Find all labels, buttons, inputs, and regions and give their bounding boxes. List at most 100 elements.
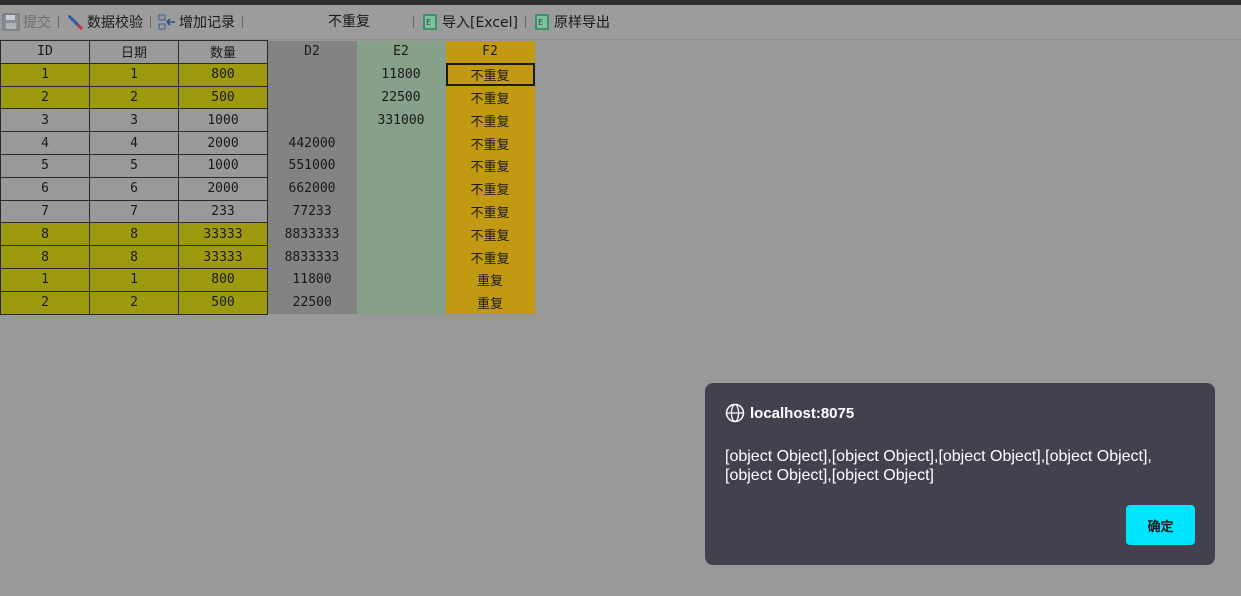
column-header-e2[interactable]: E2 xyxy=(356,40,446,64)
cell-d2[interactable]: 11800 xyxy=(267,268,357,292)
cell-id[interactable]: 8 xyxy=(0,245,90,269)
cell-f2[interactable]: 不重复 xyxy=(445,86,535,109)
cell-e2[interactable] xyxy=(356,268,446,292)
validate-button[interactable]: 数据校验 xyxy=(66,5,143,39)
dialog-title: localhost:8075 xyxy=(725,403,854,423)
cell-f2[interactable]: 不重复 xyxy=(445,131,535,155)
pencil-check-icon xyxy=(66,13,84,31)
cell-id[interactable]: 6 xyxy=(0,176,90,201)
globe-icon xyxy=(725,403,745,423)
cell-f2[interactable]: 不重复 xyxy=(445,222,535,246)
column-header-f2[interactable]: F2 xyxy=(445,40,535,64)
cell-f2[interactable]: 不重复 xyxy=(445,63,535,87)
cell-f2[interactable]: 不重复 xyxy=(445,177,535,201)
cell-e2[interactable] xyxy=(356,222,446,246)
excel-icon: E xyxy=(421,13,439,31)
cell-quantity[interactable]: 800 xyxy=(178,62,268,87)
table-row: 1 1 800 11800 不重复 xyxy=(0,62,535,87)
cell-quantity[interactable]: 2000 xyxy=(178,176,268,201)
cell-f2[interactable]: 重复 xyxy=(445,291,535,315)
column-header-id[interactable]: ID xyxy=(0,40,90,64)
cell-d2[interactable]: 8833333 xyxy=(267,222,357,246)
export-as-is-label: 原样导出 xyxy=(554,15,611,31)
cell-d2[interactable]: 442000 xyxy=(267,131,357,155)
cell-quantity[interactable]: 1000 xyxy=(178,108,268,133)
cell-d2[interactable] xyxy=(267,63,357,87)
cell-date[interactable]: 1 xyxy=(89,62,179,87)
toolbar-divider xyxy=(525,16,527,28)
cell-e2[interactable]: 11800 xyxy=(356,63,446,87)
export-as-is-button[interactable]: E 原样导出 xyxy=(533,5,610,39)
cell-id[interactable]: 4 xyxy=(0,131,90,155)
cell-date[interactable]: 2 xyxy=(89,85,179,110)
column-header-date[interactable]: 日期 xyxy=(89,40,179,64)
cell-e2[interactable] xyxy=(356,200,446,223)
column-header-quantity[interactable]: 数量 xyxy=(178,40,268,64)
table-row: 1 1 800 11800 重复 xyxy=(0,267,535,292)
cell-date[interactable]: 8 xyxy=(89,222,179,247)
cell-e2[interactable]: 22500 xyxy=(356,86,446,109)
cell-f2[interactable]: 不重复 xyxy=(445,154,535,178)
cell-quantity[interactable]: 233 xyxy=(178,199,268,224)
svg-text:E: E xyxy=(426,18,431,27)
cell-d2[interactable]: 662000 xyxy=(267,177,357,201)
cell-id[interactable]: 3 xyxy=(0,108,90,133)
cell-e2[interactable] xyxy=(356,154,446,178)
cell-date[interactable]: 6 xyxy=(89,176,179,201)
cell-quantity[interactable]: 800 xyxy=(178,267,268,292)
alert-dialog: localhost:8075 [object Object],[object O… xyxy=(705,383,1215,565)
toolbar-divider xyxy=(413,16,414,28)
table-row: 6 6 2000 662000 不重复 xyxy=(0,176,535,201)
cell-f2[interactable]: 不重复 xyxy=(445,200,535,223)
cell-f2[interactable]: 重复 xyxy=(445,268,535,292)
ok-button[interactable]: 确定 xyxy=(1126,505,1195,545)
cell-id[interactable]: 7 xyxy=(0,199,90,224)
cell-d2[interactable]: 77233 xyxy=(267,200,357,223)
duplicate-status-text: 不重复 xyxy=(328,14,370,30)
cell-quantity[interactable]: 33333 xyxy=(178,245,268,269)
excel-export-icon: E xyxy=(533,13,551,31)
cell-d2[interactable]: 22500 xyxy=(267,291,357,315)
cell-date[interactable]: 5 xyxy=(89,153,179,178)
toolbar-divider xyxy=(150,16,151,28)
table-row: 4 4 2000 442000 不重复 xyxy=(0,131,535,155)
cell-f2[interactable]: 不重复 xyxy=(445,245,535,269)
cell-e2[interactable] xyxy=(356,131,446,155)
cell-date[interactable]: 4 xyxy=(89,131,179,155)
cell-d2[interactable] xyxy=(267,108,357,132)
cell-id[interactable]: 2 xyxy=(0,290,90,315)
cell-e2[interactable] xyxy=(356,177,446,201)
cell-date[interactable]: 8 xyxy=(89,245,179,269)
cell-quantity[interactable]: 33333 xyxy=(178,222,268,247)
import-excel-button[interactable]: E 导入[Excel] xyxy=(421,5,518,39)
cell-id[interactable]: 8 xyxy=(0,222,90,247)
import-excel-label: 导入[Excel] xyxy=(442,15,519,31)
cell-id[interactable]: 1 xyxy=(0,62,90,87)
cell-date[interactable]: 1 xyxy=(89,267,179,292)
cell-e2[interactable] xyxy=(356,291,446,315)
table-row: 2 2 500 22500 不重复 xyxy=(0,85,535,110)
cell-f2[interactable]: 不重复 xyxy=(445,108,535,132)
add-record-button[interactable]: 增加记录 xyxy=(158,5,235,39)
submit-button[interactable]: 提交 xyxy=(2,5,51,39)
cell-quantity[interactable]: 500 xyxy=(178,85,268,110)
cell-d2[interactable]: 551000 xyxy=(267,154,357,178)
cell-id[interactable]: 5 xyxy=(0,153,90,178)
cell-quantity[interactable]: 500 xyxy=(178,290,268,315)
cell-id[interactable]: 2 xyxy=(0,85,90,110)
grid-header-row: ID 日期 数量 D2 E2 F2 xyxy=(0,40,535,64)
cell-d2[interactable]: 8833333 xyxy=(267,245,357,269)
dialog-origin: localhost:8075 xyxy=(750,404,855,422)
svg-text:E: E xyxy=(538,18,543,27)
cell-date[interactable]: 2 xyxy=(89,290,179,315)
cell-date[interactable]: 3 xyxy=(89,108,179,133)
cell-id[interactable]: 1 xyxy=(0,267,90,292)
cell-quantity[interactable]: 1000 xyxy=(178,153,268,178)
cell-quantity[interactable]: 2000 xyxy=(178,131,268,155)
cell-e2[interactable] xyxy=(356,245,446,269)
column-header-d2[interactable]: D2 xyxy=(267,40,357,64)
cell-date[interactable]: 7 xyxy=(89,199,179,224)
add-record-label: 增加记录 xyxy=(179,15,235,31)
cell-e2[interactable]: 331000 xyxy=(356,108,446,132)
cell-d2[interactable] xyxy=(267,86,357,109)
